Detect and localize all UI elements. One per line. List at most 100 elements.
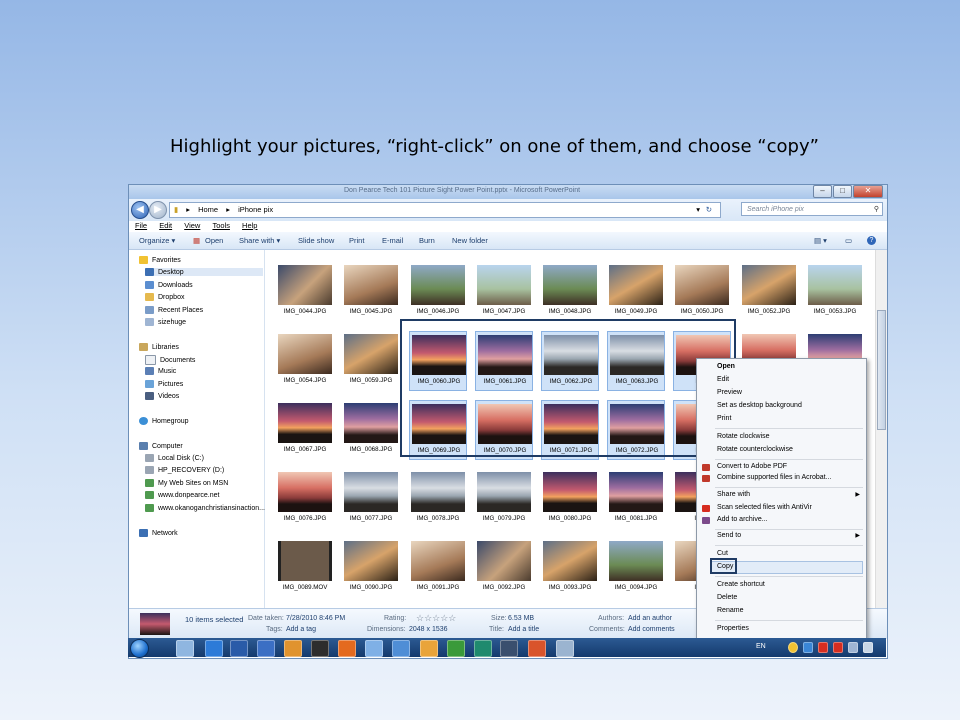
word-taskbar-icon[interactable] bbox=[230, 640, 248, 657]
sidebar-item-network[interactable]: Network bbox=[139, 529, 178, 537]
file-thumbnail[interactable]: IMG_0044.JPG bbox=[276, 262, 334, 322]
menu-item-print[interactable]: Print bbox=[717, 415, 731, 422]
sidebar-item-music[interactable]: Music bbox=[145, 367, 176, 375]
file-thumbnail[interactable]: IMG_0081.JPG bbox=[607, 469, 665, 529]
sidebar-item-my-web-sites[interactable]: My Web Sites on MSN bbox=[145, 479, 228, 487]
app-taskbar-icon[interactable] bbox=[500, 640, 518, 657]
publisher-taskbar-icon[interactable] bbox=[474, 640, 492, 657]
menu-help[interactable]: Help bbox=[242, 221, 257, 230]
media-player-taskbar-icon[interactable] bbox=[284, 640, 302, 657]
sidebar-item-recent-places[interactable]: Recent Places bbox=[145, 306, 203, 314]
menu-item-preview[interactable]: Preview bbox=[717, 389, 742, 396]
menu-tools[interactable]: Tools bbox=[212, 221, 230, 230]
app-taskbar-icon[interactable] bbox=[392, 640, 410, 657]
minimize-button[interactable]: – bbox=[813, 185, 832, 198]
menu-item-share-with[interactable]: Share with bbox=[717, 491, 750, 498]
tray-icon[interactable] bbox=[833, 642, 843, 653]
file-thumbnail[interactable]: IMG_0046.JPG bbox=[409, 262, 467, 322]
app-taskbar-icon[interactable] bbox=[257, 640, 275, 657]
new-folder-button[interactable]: New folder bbox=[452, 236, 488, 245]
burn-button[interactable]: Burn bbox=[419, 236, 435, 245]
menu-item-properties[interactable]: Properties bbox=[717, 625, 749, 632]
sidebar-item-hp-recovery[interactable]: HP_RECOVERY (D:) bbox=[145, 466, 224, 474]
start-button-icon[interactable] bbox=[130, 639, 149, 658]
file-thumbnail[interactable]: IMG_0052.JPG bbox=[740, 262, 798, 322]
file-thumbnail[interactable]: IMG_0049.JPG bbox=[607, 262, 665, 322]
network-tray-icon[interactable] bbox=[848, 642, 858, 653]
menu-view[interactable]: View bbox=[184, 221, 200, 230]
app-taskbar-icon[interactable] bbox=[365, 640, 383, 657]
file-thumbnail[interactable]: IMG_0050.JPG bbox=[673, 262, 731, 322]
explorer-taskbar-icon[interactable] bbox=[176, 640, 194, 657]
sidebar-item-favorites[interactable]: Favorites bbox=[139, 256, 181, 264]
open-button[interactable]: Open bbox=[205, 236, 223, 245]
menu-item-rename[interactable]: Rename bbox=[717, 607, 743, 614]
file-thumbnail[interactable]: IMG_0091.JPG bbox=[409, 538, 467, 598]
sidebar-item-computer[interactable]: Computer bbox=[139, 442, 183, 450]
file-thumbnail[interactable]: IMG_0093.JPG bbox=[541, 538, 599, 598]
file-thumbnail[interactable]: IMG_0048.JPG bbox=[541, 262, 599, 322]
address-field[interactable]: ▮ ▸ Home ▸ iPhone pix ▾ ↻ bbox=[169, 202, 721, 218]
print-button[interactable]: Print bbox=[349, 236, 364, 245]
volume-tray-icon[interactable] bbox=[863, 642, 873, 653]
menu-item-rotate-counterclockwise[interactable]: Rotate counterclockwise bbox=[717, 446, 793, 453]
close-button[interactable]: ✕ bbox=[853, 185, 883, 198]
sidebar-item-pictures[interactable]: Pictures bbox=[145, 380, 183, 388]
email-button[interactable]: E-mail bbox=[382, 236, 403, 245]
outlook-taskbar-icon[interactable] bbox=[420, 640, 438, 657]
menu-item-open[interactable]: Open bbox=[717, 363, 735, 370]
sidebar-item-okanogan[interactable]: www.okanoganchristiansinaction... bbox=[145, 504, 265, 512]
search-input[interactable]: Search iPhone pix ⚲ bbox=[741, 202, 883, 216]
breadcrumb-home[interactable]: Home bbox=[198, 205, 218, 214]
view-options-icon[interactable]: ▤ ▾ bbox=[814, 236, 827, 245]
share-with-button[interactable]: Share with ▾ bbox=[239, 236, 280, 245]
menu-item-convert-pdf[interactable]: Convert to Adobe PDF bbox=[717, 463, 787, 470]
tray-icon[interactable] bbox=[803, 642, 813, 653]
scrollbar-thumb[interactable] bbox=[877, 310, 886, 430]
file-thumbnail[interactable]: IMG_0054.JPG bbox=[276, 331, 334, 391]
forward-icon[interactable]: ▶ bbox=[149, 201, 167, 219]
file-thumbnail[interactable]: IMG_0053.JPG bbox=[806, 262, 864, 322]
sidebar-item-local-disk[interactable]: Local Disk (C:) bbox=[145, 454, 204, 462]
file-thumbnail[interactable]: IMG_0077.JPG bbox=[342, 469, 400, 529]
sidebar-item-homegroup[interactable]: Homegroup bbox=[139, 417, 189, 425]
help-icon[interactable]: ? bbox=[867, 236, 876, 245]
app-taskbar-icon[interactable] bbox=[556, 640, 574, 657]
firefox-taskbar-icon[interactable] bbox=[338, 640, 356, 657]
dropdown-arrow-icon[interactable]: ▾ bbox=[696, 203, 700, 217]
authors-field[interactable]: Add an author bbox=[628, 615, 672, 622]
menu-file[interactable]: File bbox=[135, 221, 147, 230]
preview-pane-icon[interactable]: ▭ bbox=[845, 236, 852, 245]
file-thumbnail[interactable]: IMG_0080.JPG bbox=[541, 469, 599, 529]
menu-item-cut[interactable]: Cut bbox=[717, 550, 728, 557]
tags-field[interactable]: Add a tag bbox=[286, 626, 316, 633]
menu-item-combine-acrobat[interactable]: Combine supported files in Acrobat... bbox=[717, 474, 831, 481]
menu-item-rotate-clockwise[interactable]: Rotate clockwise bbox=[717, 433, 770, 440]
back-icon[interactable]: ◀ bbox=[131, 201, 149, 219]
title-field[interactable]: Add a title bbox=[508, 626, 539, 633]
tray-icon[interactable] bbox=[788, 642, 798, 653]
excel-taskbar-icon[interactable] bbox=[447, 640, 465, 657]
file-thumbnail[interactable]: IMG_0045.JPG bbox=[342, 262, 400, 322]
file-thumbnail[interactable]: IMG_0068.JPG bbox=[342, 400, 400, 460]
file-thumbnail[interactable]: IMG_0094.JPG bbox=[607, 538, 665, 598]
file-thumbnail[interactable]: IMG_0047.JPG bbox=[475, 262, 533, 322]
file-thumbnail[interactable]: IMG_0089.MOV bbox=[276, 538, 334, 598]
file-thumbnail[interactable]: IMG_0067.JPG bbox=[276, 400, 334, 460]
slide-show-button[interactable]: Slide show bbox=[298, 236, 334, 245]
menu-item-send-to[interactable]: Send to bbox=[717, 532, 741, 539]
ie-taskbar-icon[interactable] bbox=[205, 640, 223, 657]
file-thumbnail[interactable]: IMG_0076.JPG bbox=[276, 469, 334, 529]
menu-item-create-shortcut[interactable]: Create shortcut bbox=[717, 581, 765, 588]
menu-item-set-desktop-background[interactable]: Set as desktop background bbox=[717, 402, 802, 409]
file-thumbnail[interactable]: IMG_0090.JPG bbox=[342, 538, 400, 598]
sidebar-item-donpearce[interactable]: www.donpearce.net bbox=[145, 491, 219, 499]
menu-item-delete[interactable]: Delete bbox=[717, 594, 737, 601]
file-thumbnail[interactable]: IMG_0078.JPG bbox=[409, 469, 467, 529]
sidebar-item-videos[interactable]: Videos bbox=[145, 392, 179, 400]
app-taskbar-icon[interactable] bbox=[311, 640, 329, 657]
vertical-scrollbar[interactable] bbox=[875, 250, 887, 608]
file-thumbnail[interactable]: IMG_0092.JPG bbox=[475, 538, 533, 598]
comments-field[interactable]: Add comments bbox=[628, 626, 675, 633]
menu-edit[interactable]: Edit bbox=[159, 221, 172, 230]
